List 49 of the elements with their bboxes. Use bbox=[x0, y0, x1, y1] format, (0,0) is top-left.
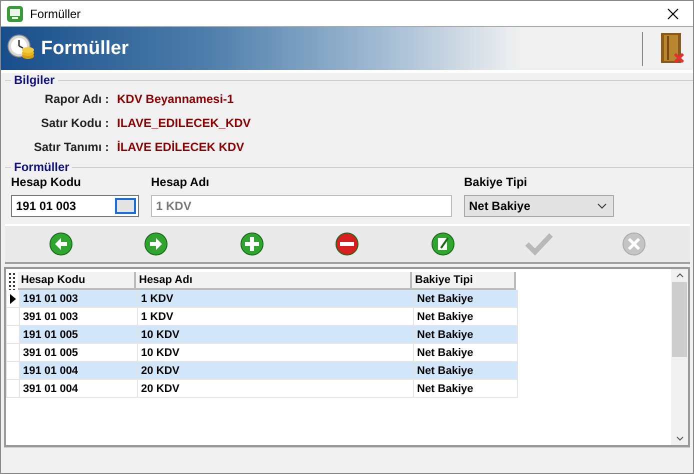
account-code-field[interactable]: 191 01 003 bbox=[11, 195, 139, 217]
table-cell: 391 01 004 bbox=[20, 380, 138, 398]
row-indicator[interactable] bbox=[6, 290, 20, 308]
window-title: Formüller bbox=[30, 6, 82, 20]
arrow-left-icon bbox=[48, 232, 73, 256]
table-cell: 20 KDV bbox=[138, 362, 414, 380]
column-header[interactable]: Hesap Adı bbox=[136, 272, 412, 290]
field-label: Satır Tanımı : bbox=[32, 140, 110, 154]
table-cell: Net Bakiye bbox=[414, 380, 518, 398]
field-label: Hesap Kodu bbox=[11, 175, 82, 189]
checkmark-icon bbox=[524, 232, 553, 256]
minus-icon bbox=[335, 232, 360, 256]
table-cell: 1 KDV bbox=[138, 290, 414, 308]
app-icon bbox=[7, 6, 23, 22]
table-cell: 20 KDV bbox=[138, 380, 414, 398]
column-header[interactable]: Hesap Kodu bbox=[18, 272, 136, 290]
header-title: Formüller bbox=[41, 38, 129, 60]
current-row-icon bbox=[10, 294, 16, 304]
close-icon[interactable] bbox=[667, 8, 679, 20]
lookup-button[interactable] bbox=[115, 198, 136, 214]
table-cell: Net Bakiye bbox=[414, 362, 518, 380]
plus-icon bbox=[240, 232, 264, 256]
scroll-down-icon[interactable] bbox=[676, 436, 684, 441]
field-value: İLAVE EDİLECEK KDV bbox=[117, 140, 244, 154]
section-title: Bilgiler bbox=[13, 73, 56, 87]
arrow-right-icon bbox=[144, 232, 168, 256]
field-label: Satır Kodu : bbox=[40, 116, 110, 130]
field-value: KDV Beyannamesi-1 bbox=[117, 92, 234, 106]
field-label: Hesap Adı bbox=[151, 175, 210, 189]
account-name-field[interactable]: 1 KDV bbox=[151, 195, 452, 217]
scrollbar[interactable] bbox=[671, 269, 688, 445]
table-cell: 10 KDV bbox=[138, 326, 414, 344]
balance-type-dropdown[interactable]: Net Bakiye bbox=[464, 195, 614, 217]
field-value: ILAVE_EDILECEK_KDV bbox=[117, 116, 251, 130]
field-label: Bakiye Tipi bbox=[464, 175, 528, 189]
field-label: Rapor Adı : bbox=[44, 92, 110, 106]
exit-door-icon[interactable] bbox=[659, 32, 685, 66]
table-cell: 191 01 003 bbox=[20, 290, 138, 308]
grid-corner-icon bbox=[8, 272, 16, 290]
table-cell: 191 01 005 bbox=[20, 326, 138, 344]
cancel-icon bbox=[622, 232, 646, 256]
column-header[interactable]: Bakiye Tipi bbox=[412, 272, 516, 290]
section-title: Formüller bbox=[13, 160, 70, 174]
table-cell: Net Bakiye bbox=[414, 290, 518, 308]
edit-icon bbox=[431, 232, 456, 256]
table-cell: 191 01 004 bbox=[20, 362, 138, 380]
scroll-up-icon[interactable] bbox=[676, 273, 684, 278]
chevron-down-icon bbox=[597, 203, 607, 209]
table-cell: Net Bakiye bbox=[414, 326, 518, 344]
